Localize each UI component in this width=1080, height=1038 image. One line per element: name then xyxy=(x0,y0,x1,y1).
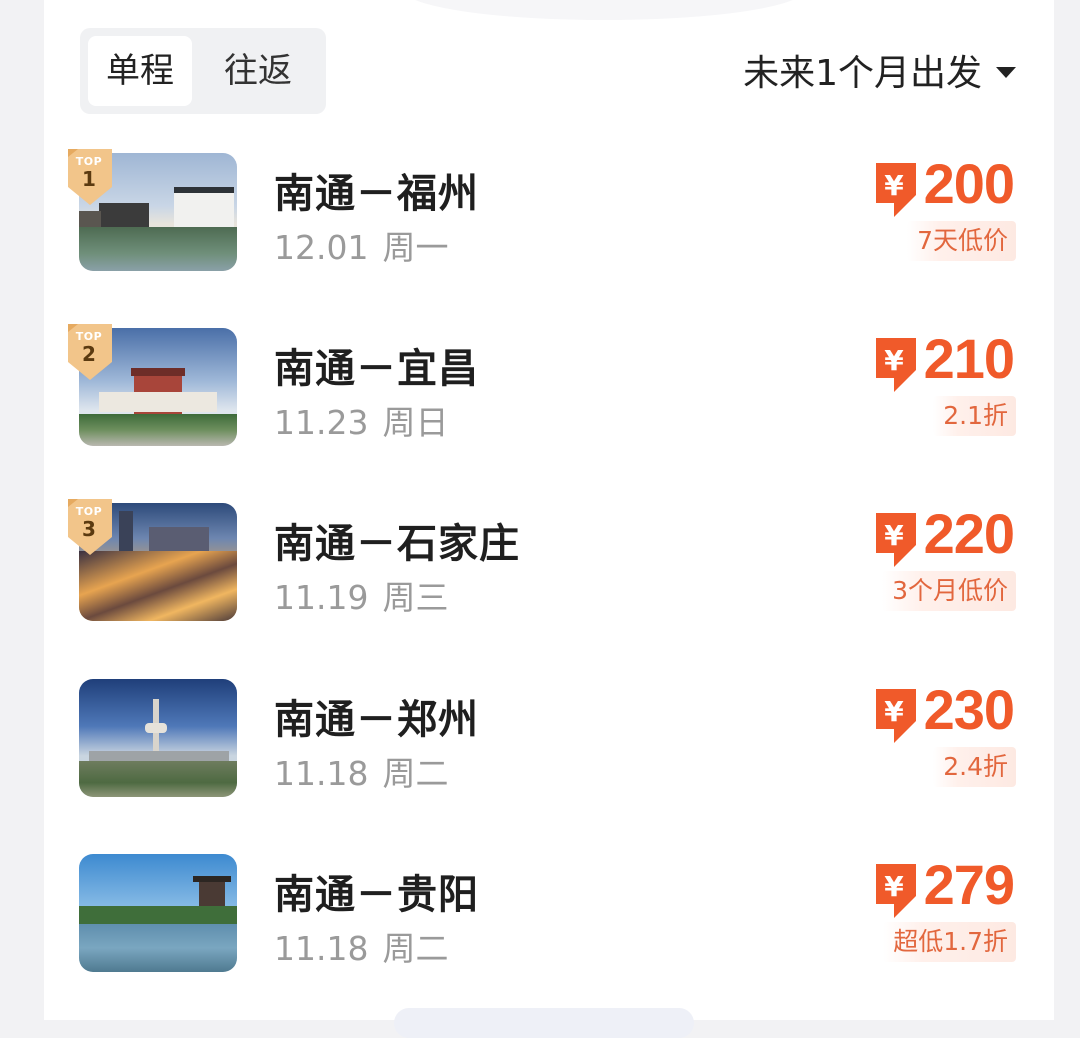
weekday-value: 周三 xyxy=(382,578,449,617)
destination-photo xyxy=(79,854,237,972)
price-value: 230 xyxy=(923,678,1015,741)
svg-text:¥: ¥ xyxy=(884,519,904,552)
yen-tag-icon: ¥ xyxy=(875,689,916,743)
svg-text:¥: ¥ xyxy=(884,695,904,728)
price-display: ¥ 220 xyxy=(872,502,1015,569)
yen-tag-icon: ¥ xyxy=(875,513,916,567)
price-tag: 7天低价 xyxy=(907,221,1016,261)
departure-date: 11.18 周二 xyxy=(274,747,448,795)
date-value: 11.18 xyxy=(274,929,369,968)
route-list-item[interactable]: 南通－贵阳 11.18 周二 ¥ 279 超低1.7折 xyxy=(44,854,1054,984)
badge-rank-number: 3 xyxy=(82,517,96,541)
top-rank-badge: TOP 1 xyxy=(66,147,116,209)
tab-one-way[interactable]: 单程 xyxy=(88,36,192,106)
price-display: ¥ 210 xyxy=(872,327,1015,394)
departure-date: 11.18 周二 xyxy=(274,922,448,970)
route-name: 南通－宜昌 xyxy=(274,346,479,392)
yen-tag-icon: ¥ xyxy=(875,338,916,392)
tab-round-trip[interactable]: 往返 xyxy=(196,36,320,106)
departure-date: 11.19 周三 xyxy=(274,571,448,619)
top-rank-badge: TOP 3 xyxy=(66,497,116,559)
price-tag: 2.4折 xyxy=(933,747,1016,787)
price-display: ¥ 279 xyxy=(872,853,1015,920)
departure-date: 11.23 周日 xyxy=(274,396,448,444)
badge-rank-number: 1 xyxy=(82,167,96,191)
weekday-value: 周二 xyxy=(382,929,449,968)
route-name: 南通－贵阳 xyxy=(274,872,479,918)
weekday-value: 周二 xyxy=(382,754,449,793)
top-notch-decoration xyxy=(404,0,804,20)
date-value: 12.01 xyxy=(274,228,369,267)
date-value: 11.23 xyxy=(274,403,369,442)
price-value: 200 xyxy=(923,152,1015,215)
price-value: 220 xyxy=(923,502,1015,565)
departure-date-filter[interactable]: 未来1个月出发 xyxy=(743,40,1016,100)
price-tag: 3个月低价 xyxy=(882,571,1016,611)
departure-date: 12.01 周一 xyxy=(274,221,448,269)
price-value: 279 xyxy=(923,853,1015,916)
route-name: 南通－郑州 xyxy=(274,697,479,743)
destination-photo xyxy=(79,679,237,797)
svg-text:¥: ¥ xyxy=(884,344,904,377)
route-list-item[interactable]: TOP 3 南通－石家庄 11.19 周三 ¥ 220 3个月低价 xyxy=(44,499,1054,633)
route-name: 南通－石家庄 xyxy=(274,521,520,567)
svg-text:¥: ¥ xyxy=(884,169,904,202)
route-list-item[interactable]: 南通－郑州 11.18 周二 ¥ 230 2.4折 xyxy=(44,679,1054,809)
date-value: 11.18 xyxy=(274,754,369,793)
weekday-value: 周一 xyxy=(382,228,449,267)
yen-tag-icon: ¥ xyxy=(875,864,916,918)
date-value: 11.19 xyxy=(274,578,369,617)
bottom-pill-decoration xyxy=(394,1008,694,1038)
top-rank-badge: TOP 2 xyxy=(66,322,116,384)
route-name: 南通－福州 xyxy=(274,171,479,217)
date-filter-label: 未来1个月出发 xyxy=(743,53,982,94)
weekday-value: 周日 xyxy=(382,403,449,442)
price-tag: 2.1折 xyxy=(933,396,1016,436)
flight-deals-card: 单程 往返 未来1个月出发 TOP 1 南通－福州 12.01 周一 ¥ 200 … xyxy=(44,0,1054,1038)
price-display: ¥ 230 xyxy=(872,678,1015,745)
trip-type-toggle: 单程 往返 xyxy=(80,28,326,114)
svg-text:¥: ¥ xyxy=(884,870,904,903)
badge-rank-number: 2 xyxy=(82,342,96,366)
price-tag: 超低1.7折 xyxy=(883,922,1016,962)
route-list-item[interactable]: TOP 2 南通－宜昌 11.23 周日 ¥ 210 2.1折 xyxy=(44,324,1054,458)
price-value: 210 xyxy=(923,327,1015,390)
caret-down-icon xyxy=(996,66,1016,78)
yen-tag-icon: ¥ xyxy=(875,163,916,217)
route-list-item[interactable]: TOP 1 南通－福州 12.01 周一 ¥ 200 7天低价 xyxy=(44,149,1054,283)
price-display: ¥ 200 xyxy=(872,152,1015,219)
